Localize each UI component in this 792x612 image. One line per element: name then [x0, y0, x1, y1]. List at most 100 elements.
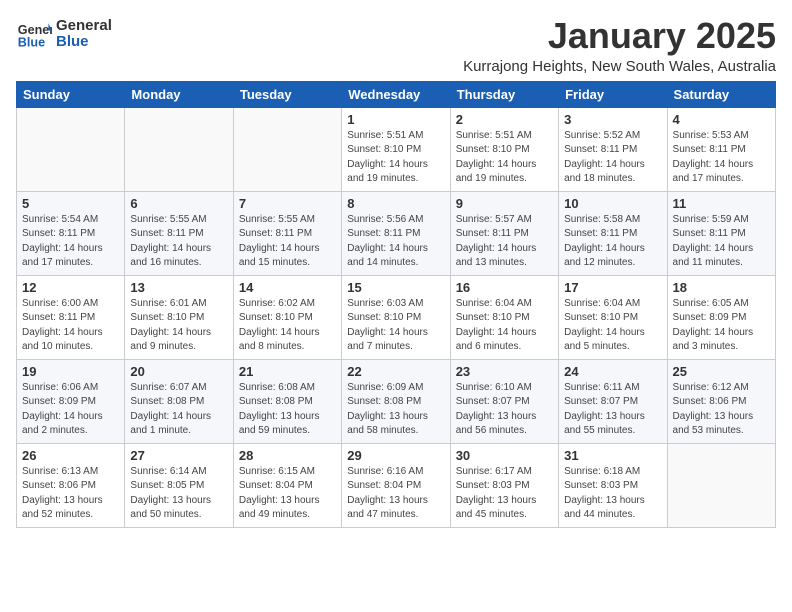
- day-number: 9: [456, 196, 553, 211]
- day-info: Sunrise: 5:58 AM Sunset: 8:11 PM Dayligh…: [564, 213, 661, 271]
- day-info: Sunrise: 6:13 AM Sunset: 8:06 PM Dayligh…: [22, 465, 119, 523]
- day-number: 19: [22, 364, 119, 379]
- calendar-cell: 7Sunrise: 5:55 AM Sunset: 8:11 PM Daylig…: [233, 191, 341, 275]
- calendar-cell: 6 Sunrise: 5:55 AM Sunset: 8:11 PM Daylig…: [125, 191, 233, 275]
- calendar-cell: [667, 443, 775, 527]
- weekday-header-sunday: Sunday: [17, 81, 125, 107]
- day-number: 1: [347, 112, 444, 127]
- calendar-cell: 25Sunrise: 6:12 AM Sunset: 8:06 PM Dayli…: [667, 359, 775, 443]
- weekday-header-monday: Monday: [125, 81, 233, 107]
- day-info: Sunrise: 6:04 AM Sunset: 8:10 PM Dayligh…: [564, 297, 661, 355]
- calendar-cell: 2 Sunrise: 5:51 AM Sunset: 8:10 PM Daylig…: [450, 107, 558, 191]
- calendar-cell: 4Sunrise: 5:53 AM Sunset: 8:11 PM Daylig…: [667, 107, 775, 191]
- calendar-cell: 10 Sunrise: 5:58 AM Sunset: 8:11 PM Dayli…: [559, 191, 667, 275]
- weekday-header-row: SundayMondayTuesdayWednesdayThursdayFrid…: [17, 81, 776, 107]
- day-number: 29: [347, 448, 444, 463]
- calendar-location: Kurrajong Heights, New South Wales, Aust…: [463, 58, 776, 75]
- day-number: 17: [564, 280, 661, 295]
- day-info: Sunrise: 6:17 AM Sunset: 8:03 PM Dayligh…: [456, 465, 553, 523]
- weekday-header-friday: Friday: [559, 81, 667, 107]
- day-info: Sunrise: 6:03 AM Sunset: 8:10 PM Dayligh…: [347, 297, 444, 355]
- calendar-week-2: 5Sunrise: 5:54 AM Sunset: 8:11 PM Daylig…: [17, 191, 776, 275]
- day-info: Sunrise: 5:54 AM Sunset: 8:11 PM Dayligh…: [22, 213, 119, 271]
- day-info: Sunrise: 6:12 AM Sunset: 8:06 PM Dayligh…: [673, 381, 770, 439]
- day-number: 28: [239, 448, 336, 463]
- day-info: Sunrise: 6:02 AM Sunset: 8:10 PM Dayligh…: [239, 297, 336, 355]
- day-info: Sunrise: 6:18 AM Sunset: 8:03 PM Dayligh…: [564, 465, 661, 523]
- weekday-header-wednesday: Wednesday: [342, 81, 450, 107]
- day-number: 21: [239, 364, 336, 379]
- calendar-week-1: 1 Sunrise: 5:51 AM Sunset: 8:10 PM Daylig…: [17, 107, 776, 191]
- day-info: Sunrise: 6:04 AM Sunset: 8:10 PM Dayligh…: [456, 297, 553, 355]
- day-info: Sunrise: 6:15 AM Sunset: 8:04 PM Dayligh…: [239, 465, 336, 523]
- day-number: 20: [130, 364, 227, 379]
- day-number: 2: [456, 112, 553, 127]
- day-number: 26: [22, 448, 119, 463]
- day-info: Sunrise: 6:05 AM Sunset: 8:09 PM Dayligh…: [673, 297, 770, 355]
- logo-text-blue: Blue: [56, 34, 112, 51]
- calendar-cell: 13 Sunrise: 6:01 AM Sunset: 8:10 PM Dayli…: [125, 275, 233, 359]
- calendar-cell: 30Sunrise: 6:17 AM Sunset: 8:03 PM Dayli…: [450, 443, 558, 527]
- day-info: Sunrise: 6:09 AM Sunset: 8:08 PM Dayligh…: [347, 381, 444, 439]
- day-info: Sunrise: 5:51 AM Sunset: 8:10 PM Dayligh…: [347, 129, 444, 187]
- calendar-cell: 9 Sunrise: 5:57 AM Sunset: 8:11 PM Daylig…: [450, 191, 558, 275]
- calendar-cell: 28 Sunrise: 6:15 AM Sunset: 8:04 PM Dayli…: [233, 443, 341, 527]
- calendar-cell: 3 Sunrise: 5:52 AM Sunset: 8:11 PM Daylig…: [559, 107, 667, 191]
- calendar-cell: 27Sunrise: 6:14 AM Sunset: 8:05 PM Dayli…: [125, 443, 233, 527]
- day-number: 15: [347, 280, 444, 295]
- calendar-cell: 18Sunrise: 6:05 AM Sunset: 8:09 PM Dayli…: [667, 275, 775, 359]
- day-info: Sunrise: 6:06 AM Sunset: 8:09 PM Dayligh…: [22, 381, 119, 439]
- day-number: 13: [130, 280, 227, 295]
- logo: General Blue General Blue: [16, 16, 112, 52]
- day-number: 8: [347, 196, 444, 211]
- calendar-week-4: 19 Sunrise: 6:06 AM Sunset: 8:09 PM Dayli…: [17, 359, 776, 443]
- logo-text-general: General: [56, 18, 112, 35]
- day-info: Sunrise: 6:11 AM Sunset: 8:07 PM Dayligh…: [564, 381, 661, 439]
- day-info: Sunrise: 5:52 AM Sunset: 8:11 PM Dayligh…: [564, 129, 661, 187]
- calendar-cell: 21 Sunrise: 6:08 AM Sunset: 8:08 PM Dayli…: [233, 359, 341, 443]
- calendar-week-3: 12Sunrise: 6:00 AM Sunset: 8:11 PM Dayli…: [17, 275, 776, 359]
- calendar-cell: 12Sunrise: 6:00 AM Sunset: 8:11 PM Dayli…: [17, 275, 125, 359]
- page-header: General Blue General Blue January 2025 K…: [16, 16, 776, 75]
- day-info: Sunrise: 5:59 AM Sunset: 8:11 PM Dayligh…: [673, 213, 770, 271]
- day-info: Sunrise: 5:56 AM Sunset: 8:11 PM Dayligh…: [347, 213, 444, 271]
- calendar-cell: 19 Sunrise: 6:06 AM Sunset: 8:09 PM Dayli…: [17, 359, 125, 443]
- day-number: 22: [347, 364, 444, 379]
- day-number: 3: [564, 112, 661, 127]
- day-number: 14: [239, 280, 336, 295]
- day-number: 31: [564, 448, 661, 463]
- day-info: Sunrise: 6:00 AM Sunset: 8:11 PM Dayligh…: [22, 297, 119, 355]
- calendar-cell: 24Sunrise: 6:11 AM Sunset: 8:07 PM Dayli…: [559, 359, 667, 443]
- day-info: Sunrise: 6:08 AM Sunset: 8:08 PM Dayligh…: [239, 381, 336, 439]
- weekday-header-thursday: Thursday: [450, 81, 558, 107]
- calendar-cell: [17, 107, 125, 191]
- calendar-cell: 29 Sunrise: 6:16 AM Sunset: 8:04 PM Dayli…: [342, 443, 450, 527]
- weekday-header-tuesday: Tuesday: [233, 81, 341, 107]
- calendar-cell: 14 Sunrise: 6:02 AM Sunset: 8:10 PM Dayli…: [233, 275, 341, 359]
- day-info: Sunrise: 6:10 AM Sunset: 8:07 PM Dayligh…: [456, 381, 553, 439]
- calendar-cell: 17 Sunrise: 6:04 AM Sunset: 8:10 PM Dayli…: [559, 275, 667, 359]
- calendar-cell: 15 Sunrise: 6:03 AM Sunset: 8:10 PM Dayli…: [342, 275, 450, 359]
- day-info: Sunrise: 5:57 AM Sunset: 8:11 PM Dayligh…: [456, 213, 553, 271]
- day-info: Sunrise: 5:55 AM Sunset: 8:11 PM Dayligh…: [130, 213, 227, 271]
- calendar-title: January 2025: [463, 16, 776, 56]
- calendar-cell: 11Sunrise: 5:59 AM Sunset: 8:11 PM Dayli…: [667, 191, 775, 275]
- day-number: 10: [564, 196, 661, 211]
- calendar-cell: 20Sunrise: 6:07 AM Sunset: 8:08 PM Dayli…: [125, 359, 233, 443]
- logo-icon: General Blue: [16, 16, 52, 52]
- svg-text:Blue: Blue: [18, 36, 45, 50]
- day-number: 23: [456, 364, 553, 379]
- day-info: Sunrise: 6:14 AM Sunset: 8:05 PM Dayligh…: [130, 465, 227, 523]
- day-number: 4: [673, 112, 770, 127]
- day-number: 7: [239, 196, 336, 211]
- calendar-cell: [125, 107, 233, 191]
- day-info: Sunrise: 6:01 AM Sunset: 8:10 PM Dayligh…: [130, 297, 227, 355]
- calendar-cell: 5Sunrise: 5:54 AM Sunset: 8:11 PM Daylig…: [17, 191, 125, 275]
- calendar-cell: 26 Sunrise: 6:13 AM Sunset: 8:06 PM Dayli…: [17, 443, 125, 527]
- day-info: Sunrise: 6:16 AM Sunset: 8:04 PM Dayligh…: [347, 465, 444, 523]
- day-info: Sunrise: 5:51 AM Sunset: 8:10 PM Dayligh…: [456, 129, 553, 187]
- calendar-cell: 8 Sunrise: 5:56 AM Sunset: 8:11 PM Daylig…: [342, 191, 450, 275]
- calendar-cell: 16Sunrise: 6:04 AM Sunset: 8:10 PM Dayli…: [450, 275, 558, 359]
- day-number: 6: [130, 196, 227, 211]
- calendar-cell: 22 Sunrise: 6:09 AM Sunset: 8:08 PM Dayli…: [342, 359, 450, 443]
